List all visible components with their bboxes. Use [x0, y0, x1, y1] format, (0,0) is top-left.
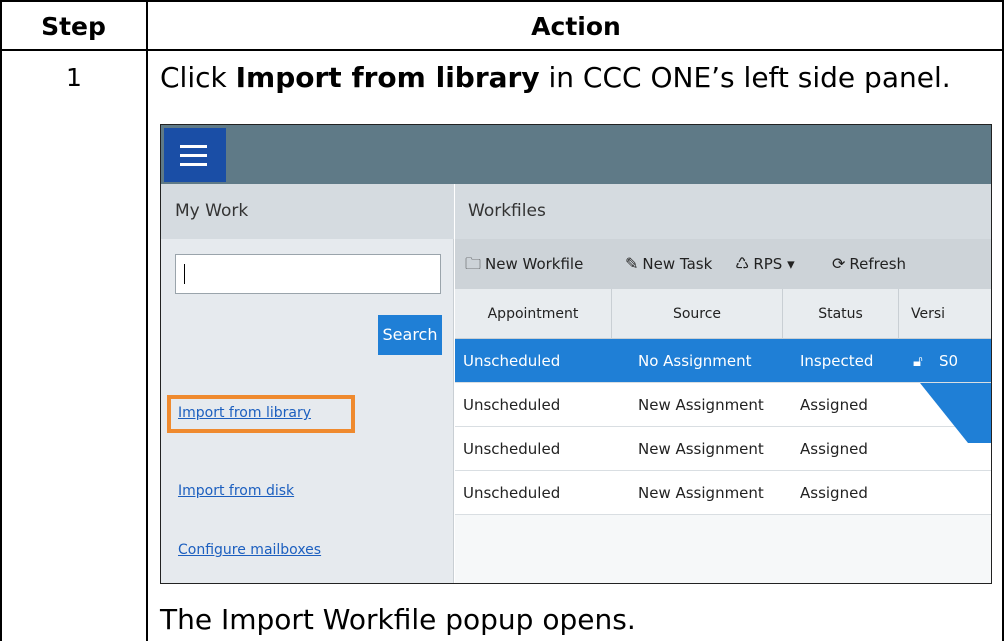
- hamburger-icon-bar: [180, 163, 207, 166]
- procedure-table: Step Action 1 Click Import from library …: [0, 0, 1004, 641]
- folder-icon: 🗀: [465, 254, 482, 273]
- instruction-bold: Import from library: [235, 61, 540, 94]
- lock-icon: 🔓︎: [913, 352, 923, 370]
- step-result: The Import Workfile popup opens.: [160, 603, 636, 636]
- refresh-icon: ⟳: [832, 254, 846, 273]
- column-status[interactable]: Status: [783, 289, 899, 339]
- workfiles-title: Workfiles: [455, 184, 991, 239]
- import-from-library-link[interactable]: Import from library: [178, 405, 311, 421]
- search-input[interactable]: [175, 254, 441, 294]
- cell-source: New Assignment: [638, 484, 764, 502]
- new-workfile-label: New Workfile: [485, 255, 584, 273]
- cell-source: New Assignment: [638, 440, 764, 458]
- cell-status: Assigned: [800, 484, 868, 502]
- rps-label: RPS ▾: [753, 255, 795, 273]
- step-instruction: Click Import from library in CCC ONE’s l…: [160, 58, 951, 98]
- new-task-label: New Task: [642, 255, 713, 273]
- table-row[interactable]: Unscheduled New Assignment Assigned: [455, 471, 991, 515]
- selection-callout-shape: [920, 383, 991, 443]
- refresh-button[interactable]: ⟳ Refresh: [832, 239, 906, 289]
- hamburger-icon-bar: [180, 154, 207, 157]
- table-row[interactable]: Unscheduled No Assignment Inspected 🔓︎ S…: [455, 339, 991, 383]
- recycle-icon: ♺: [735, 254, 750, 273]
- column-source[interactable]: Source: [612, 289, 783, 339]
- cell-appointment: Unscheduled: [463, 352, 561, 370]
- ccc-one-screenshot: My Work Search Import from library Impor…: [160, 124, 992, 584]
- left-panel-title: My Work: [161, 184, 454, 239]
- header-action: Action: [531, 12, 621, 41]
- cell-appointment: Unscheduled: [463, 440, 561, 458]
- cell-version: S0: [939, 352, 959, 370]
- hamburger-icon: [180, 145, 207, 148]
- top-bar: [161, 125, 991, 184]
- new-task-button[interactable]: ✎ New Task: [625, 239, 712, 289]
- rps-dropdown[interactable]: ♺ RPS ▾: [735, 239, 795, 289]
- column-appointment[interactable]: Appointment: [455, 289, 612, 339]
- table-border-top: [0, 0, 1004, 2]
- new-task-icon: ✎: [625, 254, 639, 273]
- table-row[interactable]: Unscheduled New Assignment Assigned: [455, 427, 991, 471]
- header-step: Step: [41, 12, 106, 41]
- step-number: 1: [66, 63, 82, 92]
- header-divider: [0, 49, 1004, 51]
- table-row[interactable]: Unscheduled New Assignment Assigned: [455, 383, 991, 427]
- configure-mailboxes-link[interactable]: Configure mailboxes: [178, 542, 321, 558]
- cell-status: Assigned: [800, 396, 868, 414]
- new-workfile-button[interactable]: 🗀 New Workfile: [465, 239, 583, 289]
- toolbar: 🗀 New Workfile ✎ New Task ♺ RPS ▾ ⟳ Refresh: [455, 239, 991, 289]
- refresh-label: Refresh: [849, 255, 907, 273]
- text-caret: [184, 264, 185, 284]
- cell-status: Inspected: [800, 352, 874, 370]
- import-from-disk-link[interactable]: Import from disk: [178, 483, 294, 499]
- cell-status: Assigned: [800, 440, 868, 458]
- column-version[interactable]: Versi: [899, 289, 991, 339]
- instruction-post: in CCC ONE’s left side panel.: [539, 61, 951, 94]
- search-button[interactable]: Search: [378, 315, 442, 355]
- left-panel: My Work Search Import from library Impor…: [161, 184, 454, 583]
- cell-appointment: Unscheduled: [463, 484, 561, 502]
- cell-appointment: Unscheduled: [463, 396, 561, 414]
- instruction-pre: Click: [160, 61, 236, 94]
- cell-source: New Assignment: [638, 396, 764, 414]
- right-panel: Workfiles 🗀 New Workfile ✎ New Task ♺ RPS ▾…: [455, 184, 991, 583]
- column-header-row: Appointment Source Status Versi: [455, 289, 991, 339]
- hamburger-menu-button[interactable]: [164, 128, 226, 182]
- cell-source: No Assignment: [638, 352, 752, 370]
